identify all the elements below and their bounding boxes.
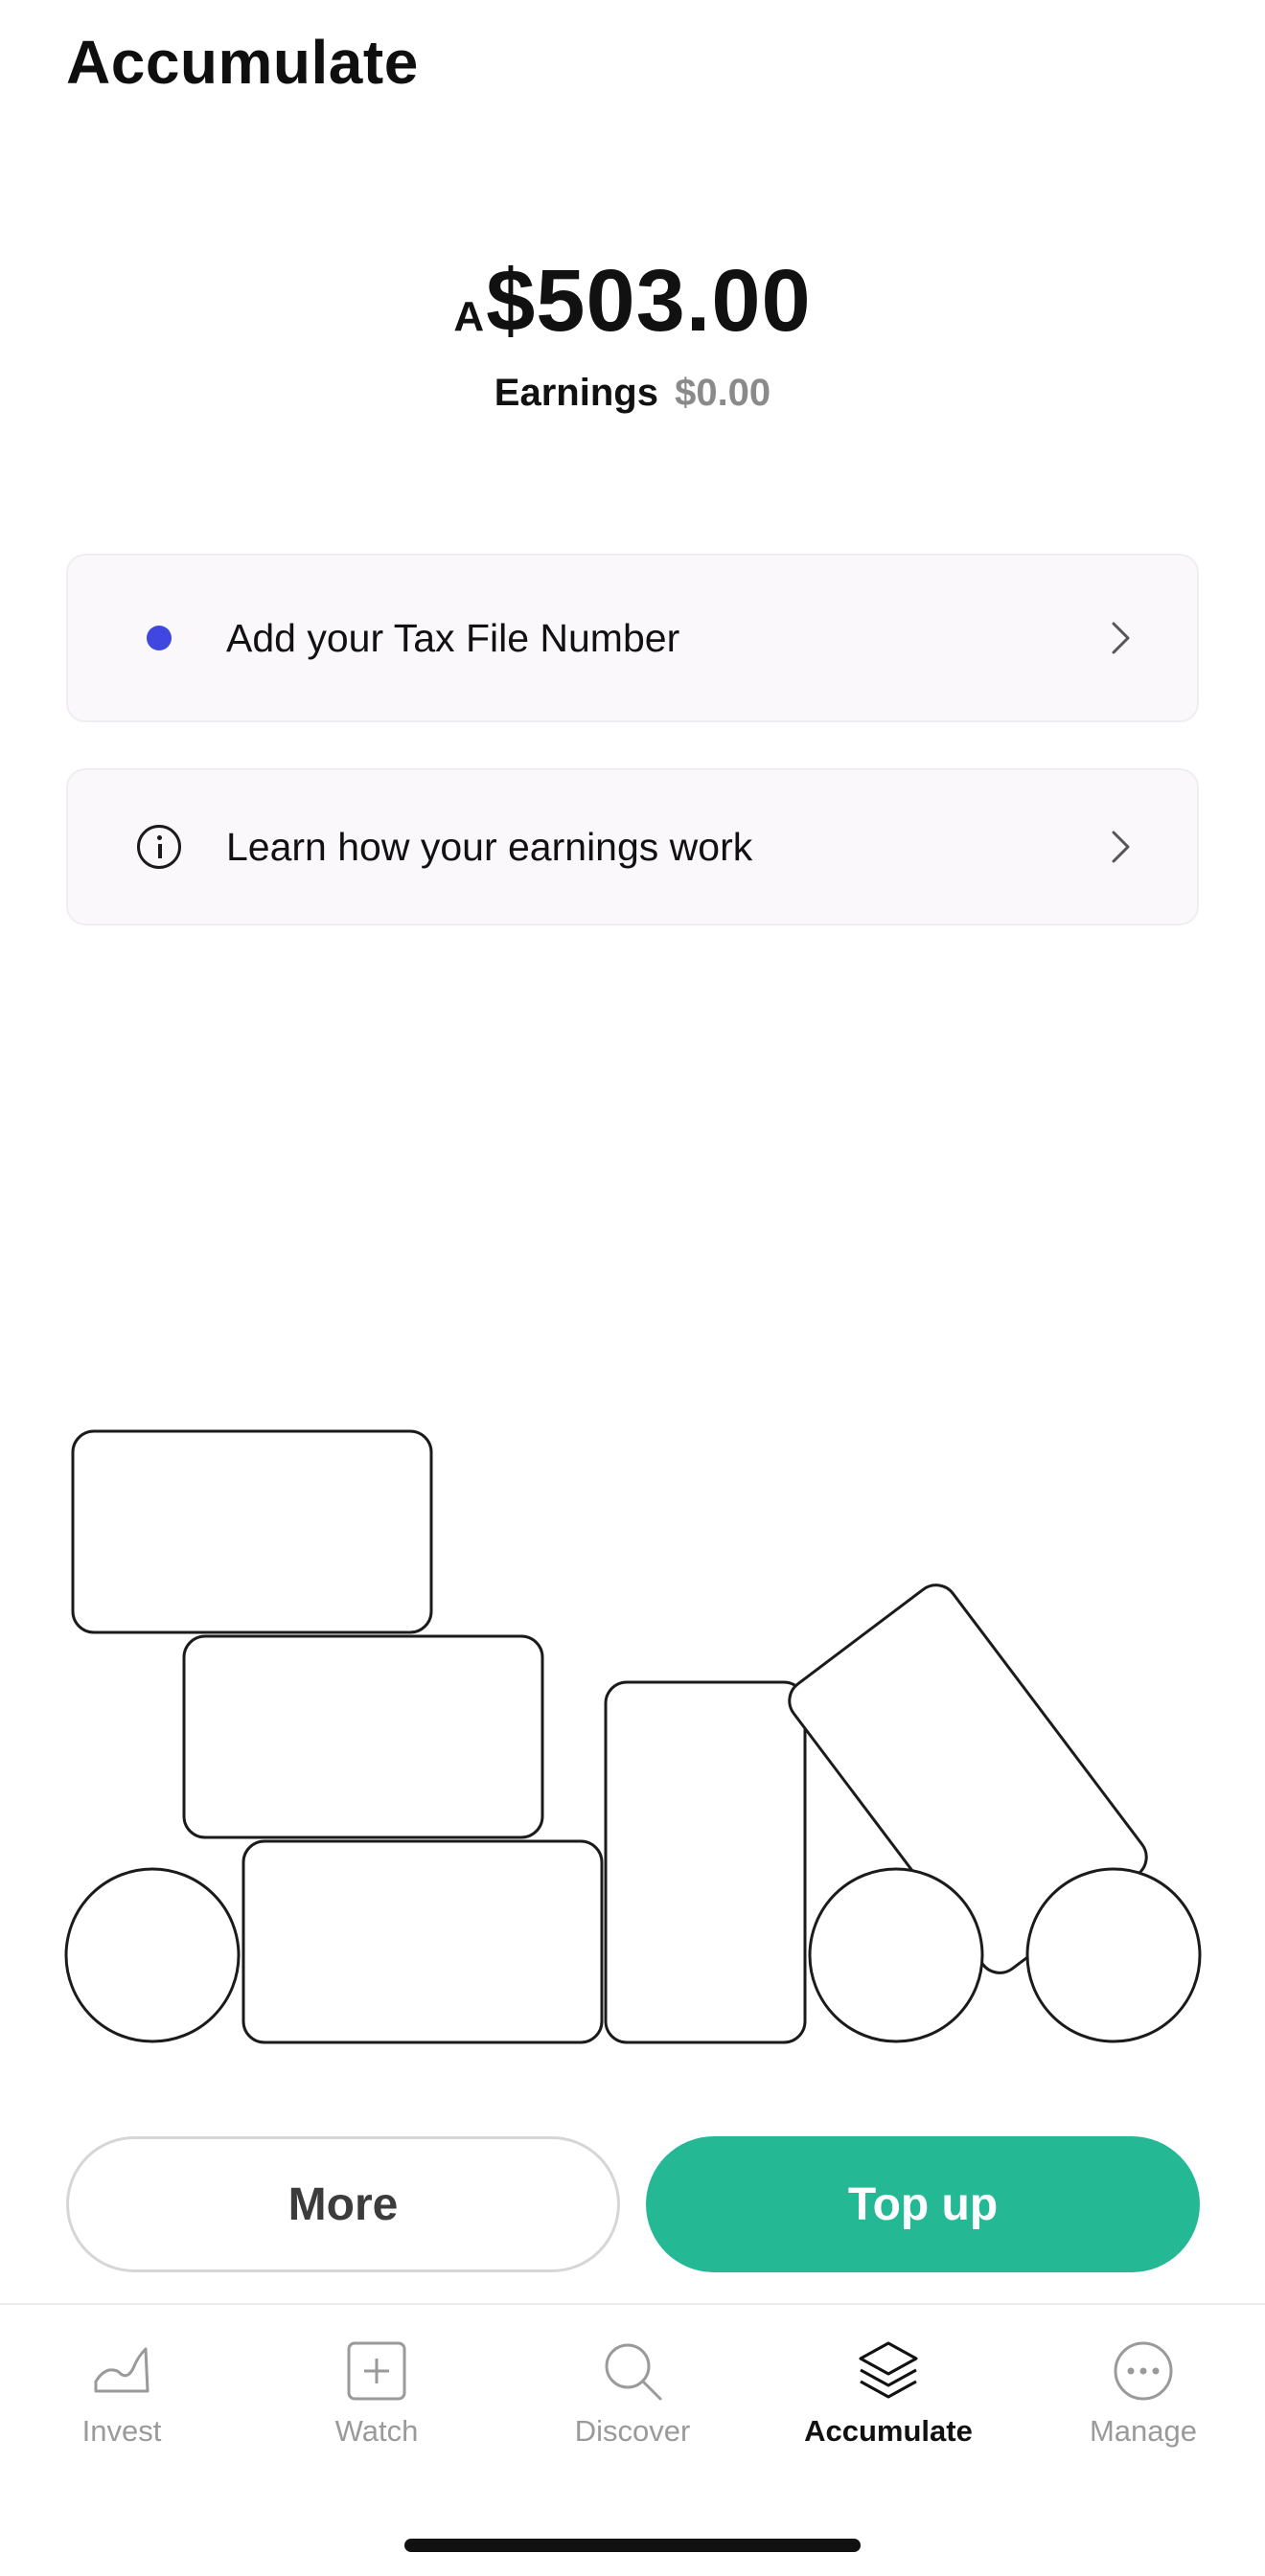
page-title: Accumulate <box>66 28 419 97</box>
tab-label: Manage <box>1089 2414 1198 2448</box>
tab-label: Discover <box>574 2414 691 2448</box>
add-tax-file-number-card[interactable]: Add your Tax File Number <box>66 554 1199 722</box>
block-circle <box>1025 1867 1202 2043</box>
currency-prefix: A <box>453 293 485 340</box>
info-icon <box>137 825 181 869</box>
block-circle <box>808 1867 984 2043</box>
learn-earnings-card[interactable]: Learn how your earnings work <box>66 768 1199 925</box>
tab-label: Accumulate <box>804 2414 973 2448</box>
chevron-right-icon <box>1112 622 1130 654</box>
plus-square-icon <box>347 2341 406 2401</box>
tab-manage[interactable]: Manage <box>1047 2337 1239 2449</box>
chart-line-icon <box>94 2347 150 2393</box>
earnings-value: $0.00 <box>675 372 771 414</box>
learn-earnings-label: Learn how your earnings work <box>226 824 753 869</box>
block-rect <box>242 1839 604 2044</box>
bottom-tab-bar: Invest Watch Discover Accumulate Manage <box>0 2303 1265 2496</box>
more-button[interactable]: More <box>66 2136 620 2272</box>
notification-dot-icon <box>147 626 172 650</box>
earnings-label: Earnings <box>494 372 658 414</box>
add-tax-file-number-label: Add your Tax File Number <box>226 615 680 660</box>
top-up-button[interactable]: Top up <box>646 2136 1200 2272</box>
balance-amount: $503.00 <box>486 252 812 350</box>
balance-display: A$503.00 <box>0 251 1265 352</box>
tab-invest[interactable]: Invest <box>26 2337 218 2449</box>
tab-watch[interactable]: Watch <box>281 2337 472 2449</box>
tab-discover[interactable]: Discover <box>537 2337 728 2449</box>
stacked-blocks-illustration <box>64 1429 1202 2044</box>
block-circle <box>64 1867 241 2043</box>
chevron-right-icon <box>1112 831 1130 863</box>
block-rect <box>604 1680 807 2044</box>
tab-accumulate[interactable]: Accumulate <box>793 2337 984 2449</box>
layers-icon <box>859 2341 918 2399</box>
earnings-summary: Earnings $0.00 <box>0 372 1265 415</box>
block-rect <box>71 1429 433 1634</box>
search-icon <box>605 2343 662 2401</box>
home-indicator <box>404 2539 861 2552</box>
more-circle-icon <box>1114 2341 1173 2401</box>
tab-label: Invest <box>81 2414 162 2448</box>
block-rect <box>182 1634 544 1839</box>
tab-label: Watch <box>334 2414 419 2448</box>
